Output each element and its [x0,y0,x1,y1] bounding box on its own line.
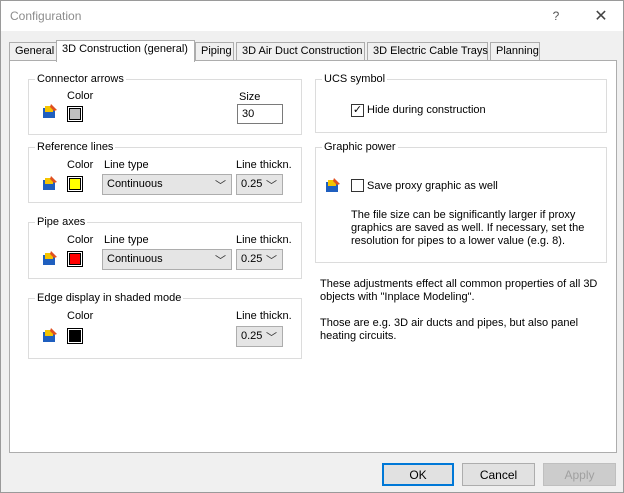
connector-arrows-group: Connector arrows Color Size 30 [28,73,302,135]
connector-arrows-size-input[interactable]: 30 [237,104,283,124]
graphic-power-title: Graphic power [322,141,398,154]
info-line: heating circuits. [320,330,397,342]
ok-button[interactable]: OK [382,463,454,486]
window-title: Configuration [10,9,82,23]
pipe-axes-group: Pipe axes Color Line type Line thickn. C… [28,216,302,279]
color-picker-icon[interactable] [42,175,58,191]
pipe-axes-linetype-label: Line type [104,234,149,246]
title-bar: Configuration ? ✕ [1,1,623,31]
color-picker-icon[interactable] [42,103,58,119]
reference-lines-color-label: Color [67,159,94,171]
ucs-symbol-title: UCS symbol [322,73,388,86]
pipe-axes-thickness-label: Line thickn. [236,234,292,246]
edge-display-color-swatch[interactable] [67,328,83,344]
close-button[interactable]: ✕ [581,1,621,31]
tab-piping[interactable]: Piping [195,42,234,60]
tab-3d-construction-general[interactable]: 3D Construction (general) [56,40,195,62]
color-picker-icon[interactable] [42,250,58,266]
pipe-axes-linetype-select[interactable]: Continuous ﹀ [102,249,232,270]
reference-lines-color-swatch[interactable] [67,176,83,192]
tab-panel: Connector arrows Color Size 30 Reference… [9,60,617,453]
chevron-down-icon: ﹀ [266,332,277,344]
hide-during-construction-checkbox[interactable]: ✓ [351,104,364,117]
proxy-graphic-icon [326,178,340,192]
graphic-power-note-line: The file size can be significantly large… [351,209,576,221]
configuration-dialog: Configuration ? ✕ General 3D Constructio… [0,0,624,493]
tab-general[interactable]: General [9,42,57,60]
edge-display-color-label: Color [67,310,94,322]
graphic-power-group: Graphic power Save proxy graphic as well… [315,141,607,263]
chevron-down-icon: ﹀ [215,255,226,267]
reference-lines-group: Reference lines Color Line type Line thi… [28,141,302,203]
edge-display-thickness-value: 0.25 [241,330,263,342]
info-text-2: Those are e.g. 3D air ducts and pipes, b… [320,317,578,343]
chevron-down-icon: ﹀ [266,255,277,267]
edge-display-title: Edge display in shaded mode [35,292,184,305]
chevron-down-icon: ﹀ [215,180,226,192]
chevron-down-icon: ﹀ [266,180,277,192]
ucs-symbol-group: UCS symbol ✓ Hide during construction [315,73,607,133]
pipe-axes-color-label: Color [67,234,94,246]
tab-3d-air-duct-construction[interactable]: 3D Air Duct Construction [236,42,365,60]
graphic-power-note-line: resolution for pipes to a lower value (e… [351,235,566,247]
info-line: objects with "Inplace Modeling". [320,291,475,303]
reference-lines-title: Reference lines [35,141,116,154]
save-proxy-graphic-label: Save proxy graphic as well [367,180,498,192]
reference-lines-thickness-select[interactable]: 0.25 ﹀ [236,174,283,195]
tab-planning[interactable]: Planning [490,42,540,60]
edge-display-thickness-select[interactable]: 0.25 ﹀ [236,326,283,347]
graphic-power-note: The file size can be significantly large… [351,209,584,248]
pipe-axes-title: Pipe axes [35,216,88,229]
pipe-axes-thickness-select[interactable]: 0.25 ﹀ [236,249,283,270]
edge-display-thickness-label: Line thickn. [236,310,292,322]
pipe-axes-color-swatch[interactable] [67,251,83,267]
connector-arrows-color-swatch[interactable] [67,106,83,122]
reference-lines-linetype-value: Continuous [107,178,163,190]
color-picker-icon[interactable] [42,327,58,343]
help-button[interactable]: ? [538,1,574,31]
reference-lines-linetype-label: Line type [104,159,149,171]
cancel-button[interactable]: Cancel [462,463,535,486]
reference-lines-thickness-label: Line thickn. [236,159,292,171]
apply-button[interactable]: Apply [543,463,616,486]
info-line: Those are e.g. 3D air ducts and pipes, b… [320,317,579,329]
graphic-power-note-line: graphics are saved as well. If necessary… [351,222,585,234]
connector-arrows-size-label: Size [239,91,261,103]
reference-lines-linetype-select[interactable]: Continuous ﹀ [102,174,232,195]
connector-arrows-title: Connector arrows [35,73,126,86]
reference-lines-thickness-value: 0.25 [241,178,263,190]
hide-during-construction-label: Hide during construction [367,104,486,116]
info-line: These adjustments effect all common prop… [320,278,598,290]
pipe-axes-linetype-value: Continuous [107,253,163,265]
info-text-1: These adjustments effect all common prop… [320,278,597,304]
save-proxy-graphic-checkbox[interactable] [351,179,364,192]
tab-3d-electric-cable-trays[interactable]: 3D Electric Cable Trays [367,42,488,60]
edge-display-group: Edge display in shaded mode Color Line t… [28,292,302,359]
pipe-axes-thickness-value: 0.25 [241,253,263,265]
connector-arrows-color-label: Color [67,90,94,102]
